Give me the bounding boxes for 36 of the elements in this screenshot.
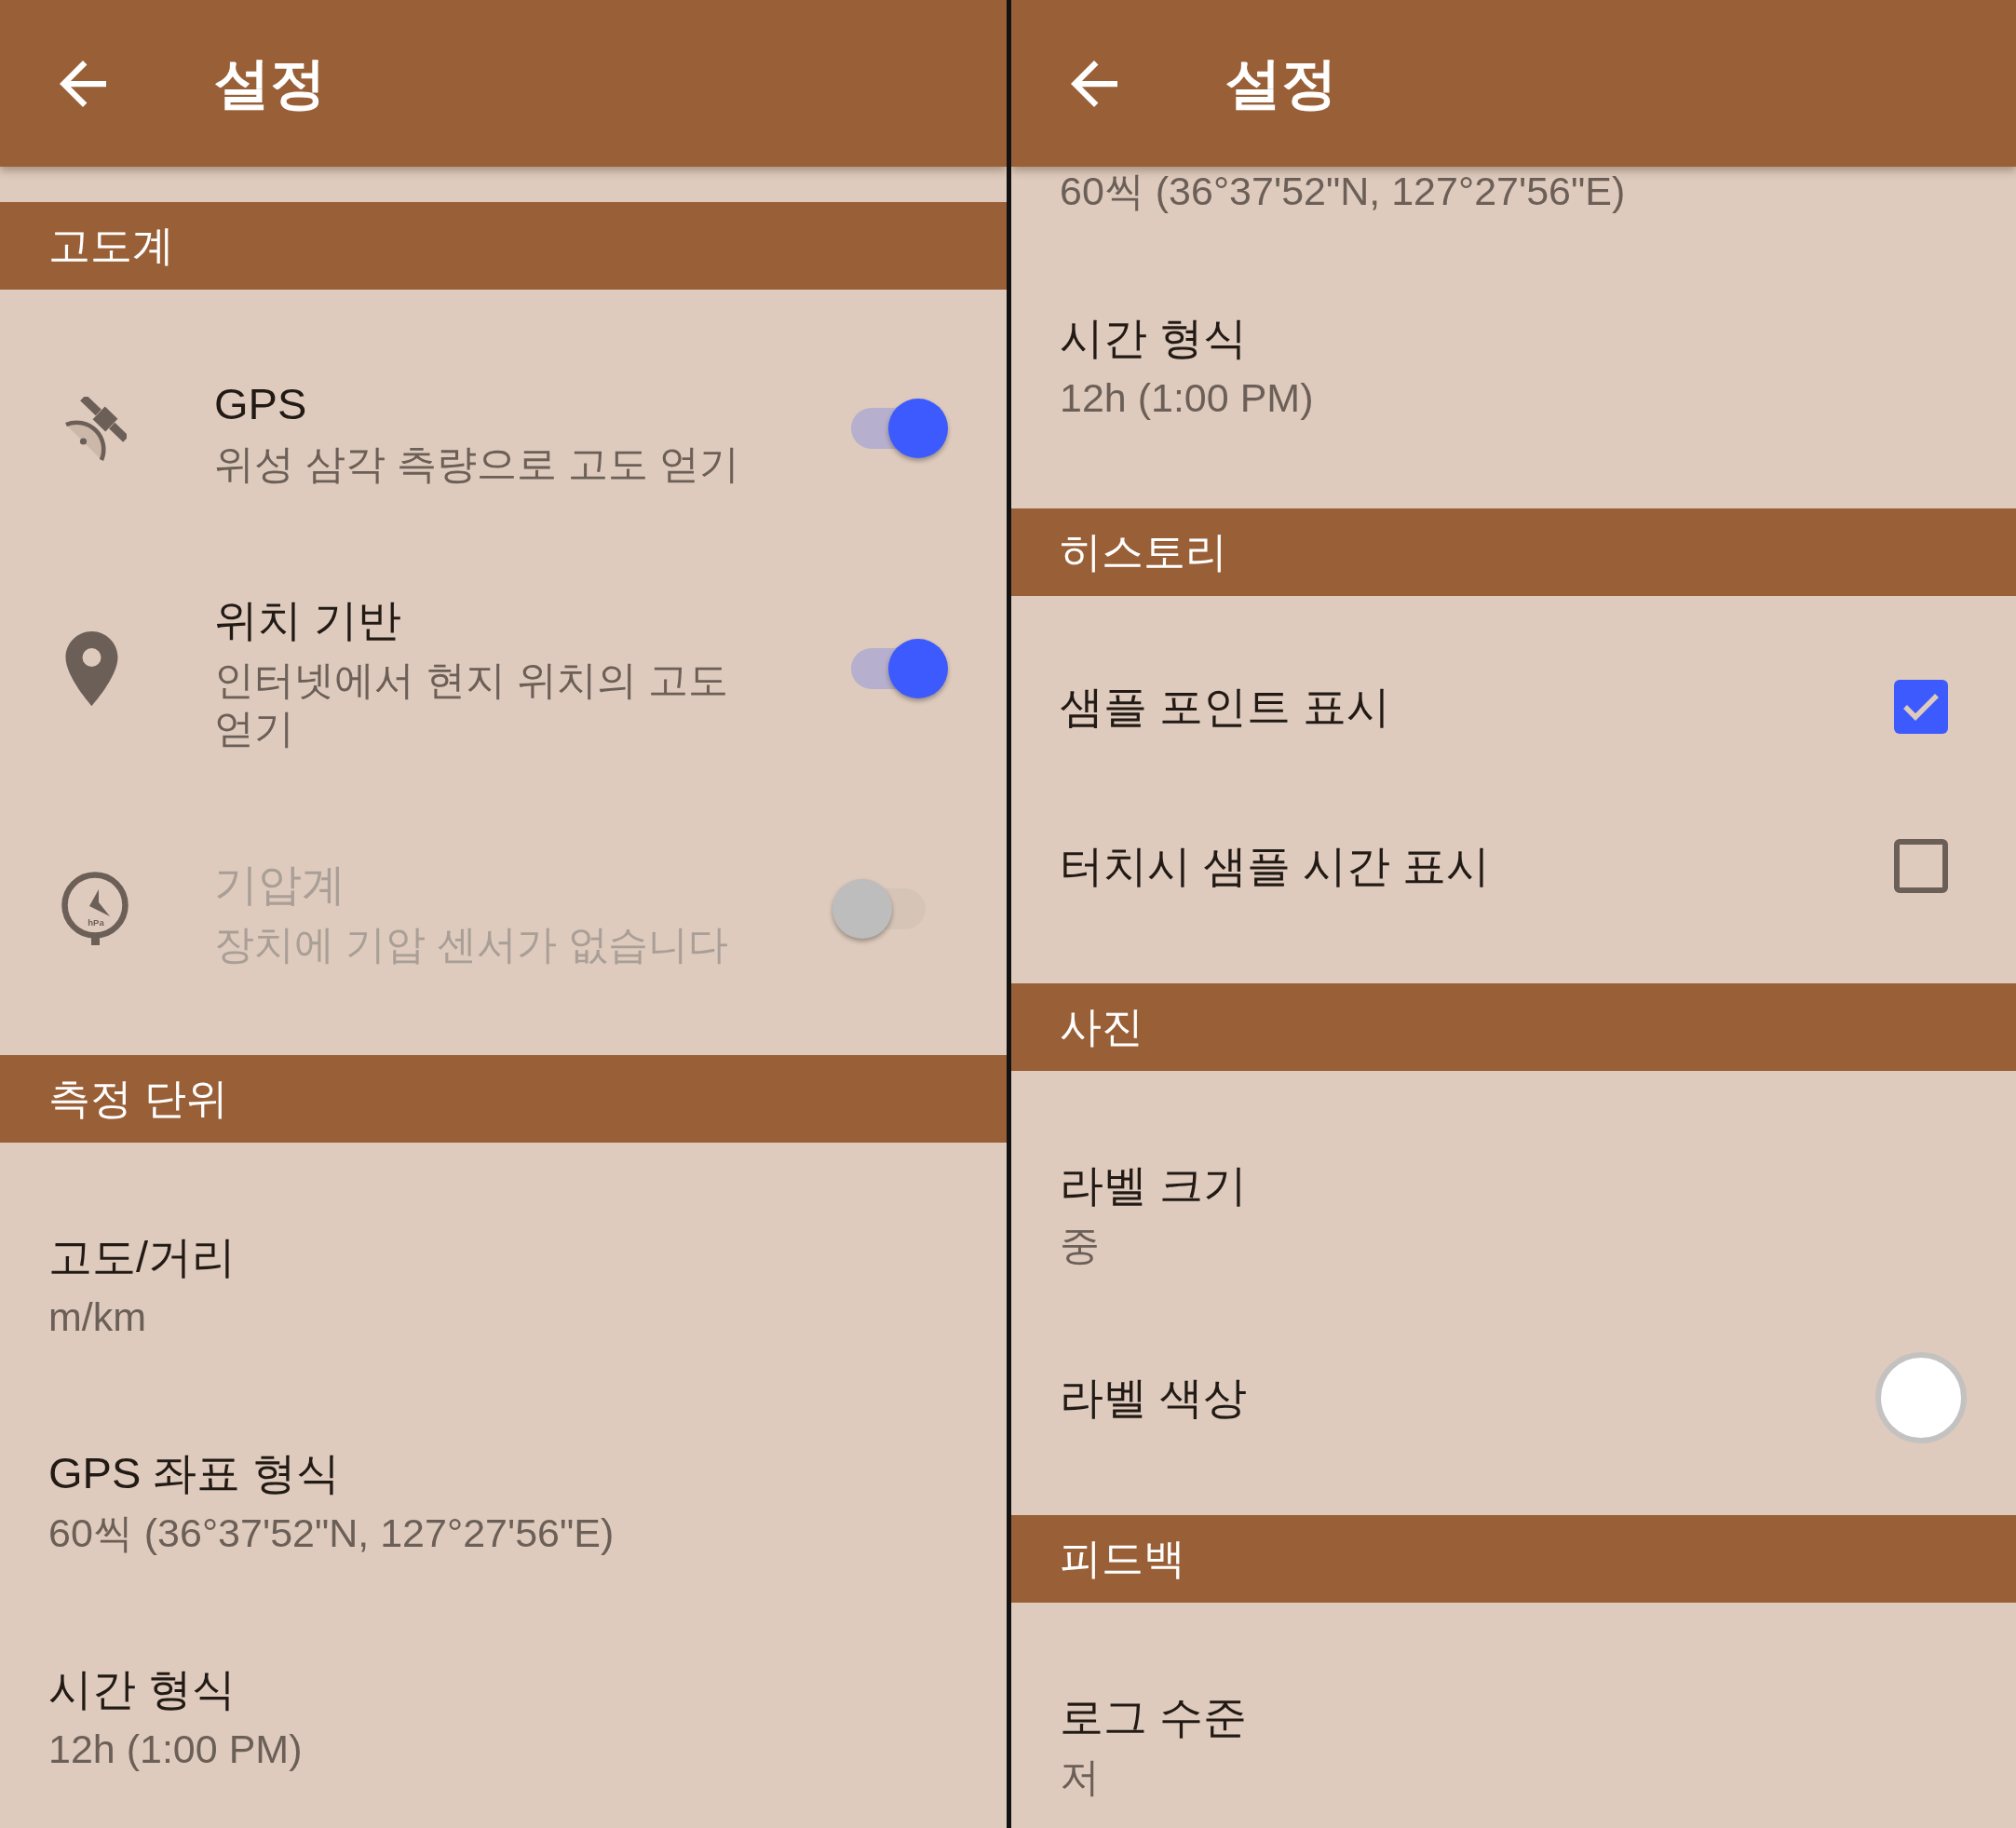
back-button[interactable]	[58, 60, 108, 107]
section-header: 고도계	[0, 202, 1007, 290]
setting-summary: 저	[1060, 1754, 1101, 1801]
section-header: 사진	[1011, 983, 2016, 1071]
section-header: 히스토리	[1011, 508, 2016, 596]
checkmark-icon	[1902, 692, 1940, 721]
setting-summary: 중	[1060, 1222, 1101, 1269]
back-arrow-icon	[1069, 60, 1119, 107]
setting-title: 시간 형식	[1060, 312, 1249, 364]
setting-title: 위치 기반	[214, 594, 403, 646]
location-pin-icon	[64, 631, 119, 706]
app-bar-title: 설정	[214, 52, 326, 115]
setting-title: 시간 형식	[48, 1663, 237, 1715]
back-arrow-icon	[58, 60, 108, 107]
setting-title: GPS 좌표 형식	[48, 1447, 342, 1499]
setting-title: 라벨 색상	[1060, 1371, 1249, 1424]
setting-summary: 위성 삼각 측량으로 고도 얻기	[214, 440, 740, 488]
setting-title: 터치시 샘플 시간 표시	[1060, 839, 1492, 892]
setting-summary: 60씩 (36°37'52"N, 127°27'56"E)	[1060, 168, 1627, 215]
setting-summary: 인터넷에서 현지 위치의 고도 얻기	[214, 657, 729, 752]
back-button[interactable]	[1069, 60, 1119, 107]
setting-summary: 60씩 (36°37'52"N, 127°27'56"E)	[48, 1510, 616, 1557]
section-header: 피드백	[1011, 1515, 2016, 1603]
satellite-icon	[64, 396, 127, 461]
setting-summary: m/km	[48, 1293, 148, 1341]
app-bar-title: 설정	[1225, 52, 1337, 115]
setting-title: 라벨 크기	[1060, 1159, 1249, 1212]
checkbox[interactable]	[1894, 679, 1948, 734]
section-header: 측정 단위	[0, 1055, 1007, 1143]
checkbox[interactable]	[1894, 838, 1948, 893]
setting-title: 고도/거리	[48, 1231, 237, 1283]
setting-summary: 12h (1:00 PM)	[48, 1726, 304, 1773]
setting-title: 로그 수준	[1060, 1691, 1249, 1743]
setting-summary: 12h (1:00 PM)	[1060, 374, 1315, 422]
setting-title: 샘플 포인트 표시	[1060, 680, 1392, 733]
setting-title: GPS	[214, 378, 308, 430]
